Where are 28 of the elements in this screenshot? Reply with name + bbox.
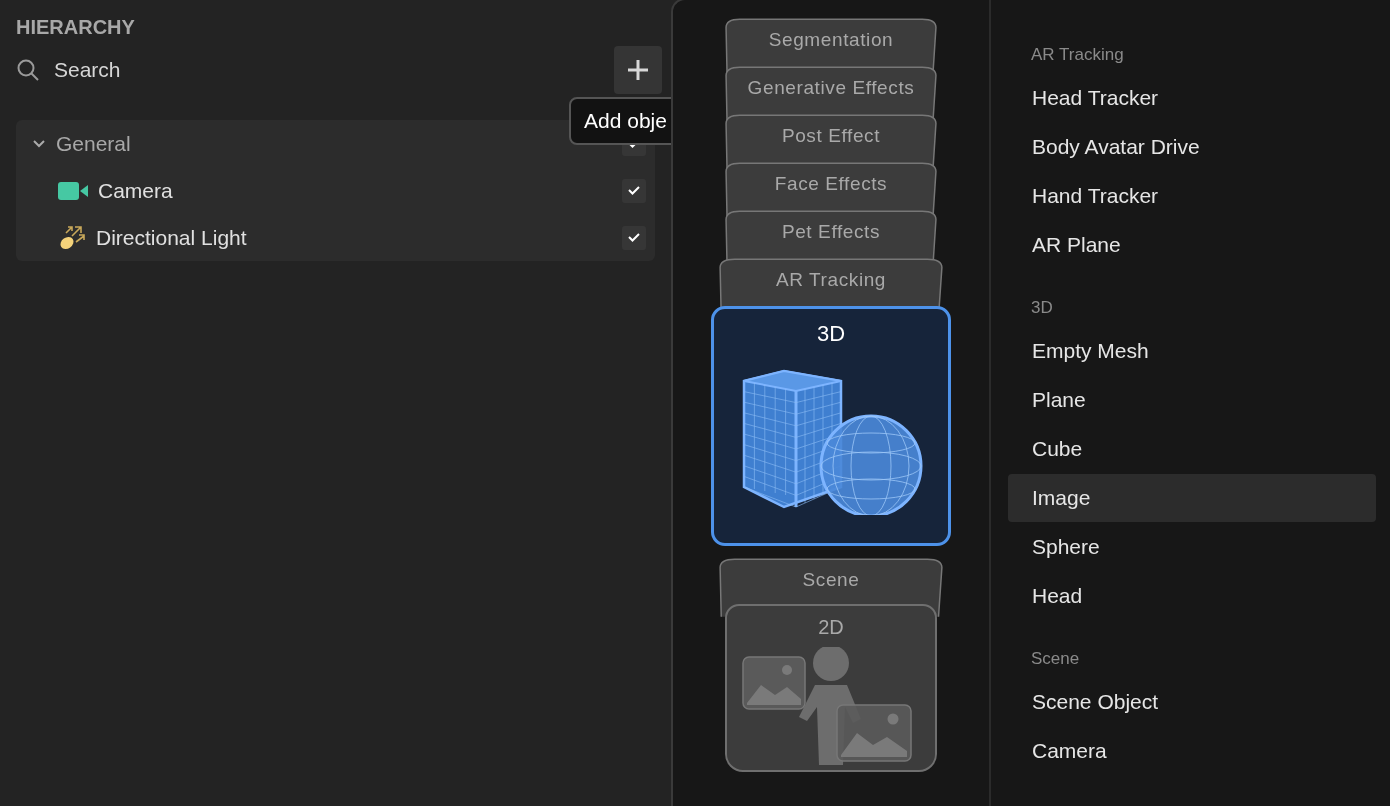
category-card[interactable]: 3D (711, 306, 951, 546)
checkbox[interactable] (622, 178, 646, 203)
list-item[interactable]: Head Tracker (1008, 74, 1376, 122)
checkbox[interactable] (622, 225, 646, 250)
list-item[interactable]: Cube (1008, 425, 1376, 473)
list-item[interactable]: Image (1008, 474, 1376, 522)
tree-item[interactable]: Directional Light (96, 225, 612, 250)
light-icon (58, 223, 86, 252)
plus-icon (627, 59, 649, 81)
list-item[interactable]: AR Plane (1008, 221, 1376, 269)
tree-item[interactable]: Camera (98, 178, 612, 203)
section-heading: 3D (1030, 297, 1054, 319)
list-item[interactable]: Scene Object (1008, 678, 1376, 726)
list-item[interactable]: Camera (1008, 727, 1376, 775)
panel-title: HIERARCHY (16, 16, 136, 40)
list-item[interactable]: Empty Mesh (1008, 327, 1376, 375)
add-button[interactable] (614, 46, 662, 94)
section-heading: Scene (1030, 648, 1081, 670)
search-field[interactable]: Search (52, 57, 356, 83)
list-item[interactable]: Head (1008, 572, 1376, 620)
list-item[interactable]: Plane (1008, 376, 1376, 424)
list-item[interactable]: Hand Tracker (1008, 172, 1376, 220)
tooltip: Add obje (569, 97, 671, 145)
section-heading: AR Tracking (1030, 44, 1125, 66)
search-icon (16, 58, 40, 82)
video-camera-icon (58, 181, 88, 200)
list-item[interactable]: Body Avatar Drive (1008, 123, 1376, 171)
list-item[interactable]: Sphere (1008, 523, 1376, 571)
